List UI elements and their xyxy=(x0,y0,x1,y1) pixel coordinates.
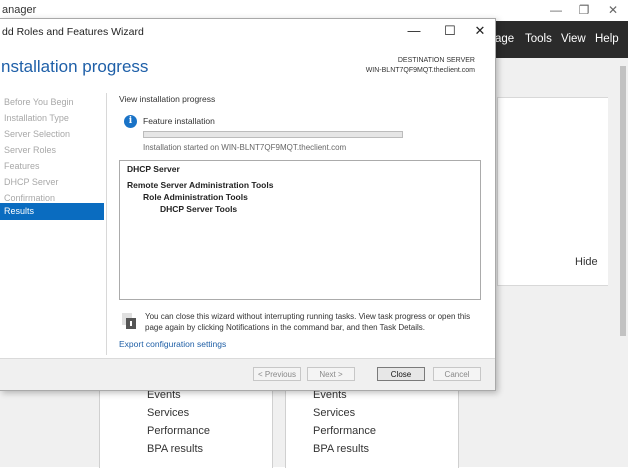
background-window-title: anager xyxy=(2,4,37,16)
nav-item-server-roles[interactable]: Server Roles xyxy=(4,145,56,155)
destination-server-label: DESTINATION SERVER xyxy=(397,57,475,64)
minimize-icon[interactable]: — xyxy=(403,22,425,40)
close-icon[interactable]: ✕ xyxy=(604,3,622,17)
export-configuration-link[interactable]: Export configuration settings xyxy=(119,339,226,349)
close-button[interactable]: Close xyxy=(377,367,425,381)
tile-item-bpa-results[interactable]: BPA results xyxy=(313,443,369,455)
maximize-icon[interactable]: ☐ xyxy=(439,22,461,40)
add-roles-wizard-dialog: dd Roles and Features Wizard — ☐ ✕ nstal… xyxy=(0,18,496,391)
installation-started-text: Installation started on WIN-BLNT7QF9MQT.… xyxy=(143,143,347,152)
close-wizard-notice: You can close this wizard without interr… xyxy=(145,312,471,332)
tile-item-services[interactable]: Services xyxy=(313,407,355,419)
tile-item-performance[interactable]: Performance xyxy=(313,425,376,437)
tile-item-bpa-results[interactable]: BPA results xyxy=(147,443,203,455)
installation-progress-bar xyxy=(143,131,403,138)
nav-item-results-label: Results xyxy=(4,206,35,216)
destination-server-name: WIN-BLNT7QF9MQT.theclient.com xyxy=(365,67,475,74)
nav-divider xyxy=(106,93,107,355)
nav-item-server-selection[interactable]: Server Selection xyxy=(4,129,70,139)
menu-manage[interactable]: age xyxy=(495,33,514,45)
nav-item-features[interactable]: Features xyxy=(4,161,40,171)
info-icon: i xyxy=(124,115,137,128)
scrollbar-thumb[interactable] xyxy=(620,66,626,336)
nav-item-installation-type[interactable]: Installation Type xyxy=(4,113,69,123)
view-progress-label: View installation progress xyxy=(119,94,216,104)
wizard-title: dd Roles and Features Wizard xyxy=(2,26,144,38)
server-tile-left: Events Services Performance BPA results xyxy=(99,385,273,468)
hide-link[interactable]: Hide xyxy=(575,256,598,268)
next-button[interactable]: Next > xyxy=(307,367,355,381)
tile-item-performance[interactable]: Performance xyxy=(147,425,210,437)
result-item-dhcp-server-tools: DHCP Server Tools xyxy=(160,204,238,214)
page-title: nstallation progress xyxy=(1,57,149,76)
flag-notification-icon xyxy=(122,313,136,329)
previous-button[interactable]: < Previous xyxy=(253,367,301,381)
menu-help[interactable]: Help xyxy=(595,33,619,45)
result-item-rsat: Remote Server Administration Tools xyxy=(127,180,274,190)
close-icon[interactable]: ✕ xyxy=(469,22,491,40)
restore-icon[interactable]: ❐ xyxy=(575,3,593,17)
server-tile-right: Events Services Performance BPA results xyxy=(285,385,459,468)
nav-item-before-you-begin[interactable]: Before You Begin xyxy=(4,97,74,107)
results-list: DHCP Server Remote Server Administration… xyxy=(119,160,481,300)
nav-item-dhcp-server[interactable]: DHCP Server xyxy=(4,177,58,187)
result-item-dhcp-server: DHCP Server xyxy=(127,164,180,174)
result-item-role-admin-tools: Role Administration Tools xyxy=(143,192,248,202)
nav-item-confirmation[interactable]: Confirmation xyxy=(4,193,55,203)
feature-installation-status: Feature installation xyxy=(143,116,215,126)
cancel-button[interactable]: Cancel xyxy=(433,367,481,381)
menu-view[interactable]: View xyxy=(561,33,586,45)
minimize-icon[interactable]: — xyxy=(547,3,565,17)
menu-tools[interactable]: Tools xyxy=(525,33,552,45)
nav-item-results[interactable]: Results xyxy=(0,203,104,220)
tile-item-services[interactable]: Services xyxy=(147,407,189,419)
